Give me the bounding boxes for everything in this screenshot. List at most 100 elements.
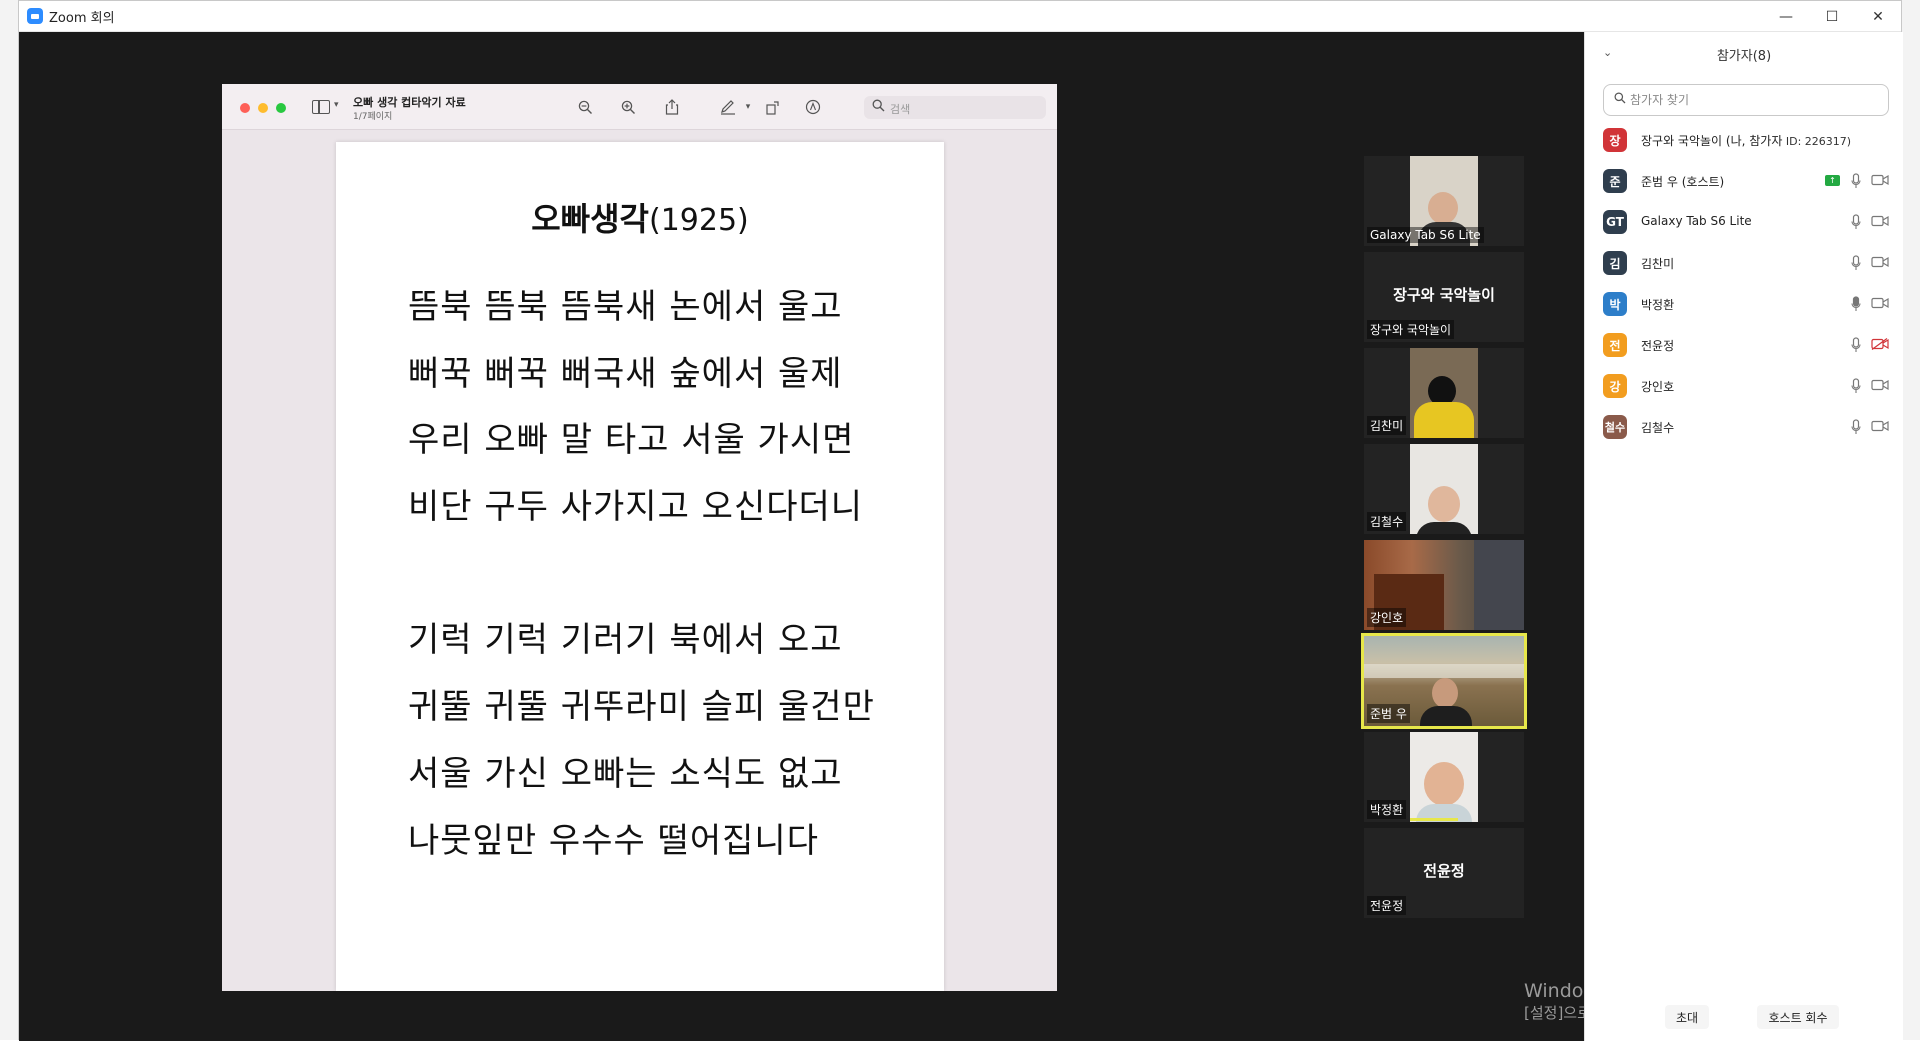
participant-name: 준범 우 — [1367, 704, 1410, 723]
participant-row[interactable]: GT Galaxy Tab S6 Lite — [1603, 208, 1893, 236]
minimize-button[interactable]: — — [1763, 1, 1809, 32]
person-body — [1474, 540, 1524, 630]
video-tile[interactable]: 전윤정 전윤정 — [1364, 828, 1524, 918]
video-tile[interactable]: Galaxy Tab S6 Lite — [1364, 156, 1524, 246]
microphone-icon[interactable] — [1851, 419, 1861, 435]
person-head — [1424, 762, 1464, 806]
lyric-line: 서울 가신 오빠는 소식도 없고 — [408, 754, 843, 794]
video-tile[interactable]: 강인호 — [1364, 540, 1524, 630]
mac-minimize-dot — [258, 103, 268, 113]
participant-name: 전윤정 — [1641, 339, 1675, 353]
desktop-background-right — [1902, 0, 1920, 1040]
participant-name: 장구와 국악놀이 (나, 참가자 ID: 226317) — [1641, 132, 1851, 149]
video-tile-active-speaker[interactable]: 준범 우 — [1361, 633, 1527, 729]
panel-header: ⌄ 참가자(8) — [1585, 32, 1903, 72]
document-title: 오빠 생각 컵타악기 자료 — [353, 96, 466, 109]
participant-name: 김찬미 — [1367, 416, 1407, 435]
participant-name-text: 장구와 국악놀이 (나, 참가자 — [1641, 134, 1783, 148]
participant-row[interactable]: 김 김찬미 — [1603, 249, 1893, 277]
participant-search[interactable] — [1603, 84, 1889, 116]
participant-name: 강인호 — [1367, 608, 1407, 627]
window-title: Zoom 회의 — [49, 10, 115, 26]
participant-row[interactable]: 전 전윤정 — [1603, 331, 1893, 359]
microphone-icon[interactable] — [1851, 296, 1861, 312]
participant-name: 박정환 — [1367, 800, 1407, 819]
desktop-background-left — [0, 0, 18, 1040]
preview-toolbar: ▾ 오빠 생각 컵타악기 자료 1/7페이지 ▾ 검색 — [222, 84, 1057, 130]
zoom-window: Zoom 회의 — ☐ ✕ ▾ 오빠 생각 컵타악기 자료 1/7페이지 ▾ 검… — [18, 0, 1903, 1041]
participants-panel: ⌄ 참가자(8) 장 장구와 국악놀이 (나, 참가자 ID: 226317) … — [1584, 32, 1903, 1041]
rotate-icon — [763, 98, 781, 116]
participant-search-input[interactable] — [1630, 91, 1880, 109]
avatar: 김 — [1603, 251, 1627, 275]
shared-preview-window: ▾ 오빠 생각 컵타악기 자료 1/7페이지 ▾ 검색 오빠생각(1925) 뜸… — [222, 84, 1057, 991]
microphone-icon[interactable] — [1851, 173, 1861, 189]
participant-row[interactable]: 장 장구와 국악놀이 (나, 참가자 ID: 226317) — [1603, 126, 1893, 154]
wave — [1364, 664, 1524, 678]
screen-share-icon: ↑ — [1825, 175, 1840, 186]
title-bar: Zoom 회의 — ☐ ✕ — [19, 1, 1901, 32]
screen-share-area: ▾ 오빠 생각 컵타악기 자료 1/7페이지 ▾ 검색 오빠생각(1925) 뜸… — [19, 32, 1847, 1041]
person-body — [1420, 706, 1472, 726]
preview-search-field[interactable]: 검색 — [864, 96, 1046, 119]
video-tile[interactable]: 박정환 — [1364, 732, 1524, 822]
chevron-down-icon: ▾ — [334, 100, 339, 110]
camera-icon[interactable] — [1871, 420, 1889, 434]
participant-id: ID: 226317) — [1782, 135, 1852, 148]
person-head — [1432, 678, 1458, 708]
search-placeholder: 검색 — [890, 103, 911, 116]
search-icon — [1614, 92, 1626, 107]
avatar: 철수 — [1603, 415, 1627, 439]
reclaim-host-button[interactable]: 호스트 회수 — [1757, 1005, 1839, 1029]
participant-display-name: 장구와 국악놀이 — [1393, 286, 1495, 304]
markup-icon — [804, 98, 822, 116]
camera-feed — [1410, 444, 1478, 534]
camera-icon[interactable] — [1871, 297, 1889, 311]
search-icon — [872, 99, 885, 115]
participant-row[interactable]: 준 준범 우 (호스트) ↑ — [1603, 167, 1893, 195]
pen-markup-icon — [719, 98, 737, 116]
document-page: 오빠생각(1925) 뜸북 뜸북 뜸북새 논에서 울고 뻐꾹 뻐꾹 뻐국새 숲에… — [336, 142, 944, 991]
sidebar-toggle-icon — [312, 100, 330, 114]
participant-row[interactable]: 강 강인호 — [1603, 372, 1893, 400]
participant-name: 전윤정 — [1367, 896, 1407, 915]
avatar: 전 — [1603, 333, 1627, 357]
song-title-text: 오빠생각 — [531, 200, 649, 238]
lyric-line: 우리 오빠 말 타고 서울 가시면 — [408, 420, 855, 460]
camera-feed — [1410, 348, 1478, 438]
invite-button[interactable]: 초대 — [1665, 1005, 1709, 1029]
video-tile[interactable]: 장구와 국악놀이 장구와 국악놀이 — [1364, 252, 1524, 342]
maximize-button[interactable]: ☐ — [1809, 1, 1855, 32]
lyric-line: 뜸북 뜸북 뜸북새 논에서 울고 — [408, 287, 843, 327]
person-head — [1428, 192, 1458, 224]
microphone-icon[interactable] — [1851, 337, 1861, 353]
zoom-in-icon — [619, 98, 637, 116]
close-button[interactable]: ✕ — [1855, 1, 1901, 32]
video-tile[interactable]: 김철수 — [1364, 444, 1524, 534]
participant-name: 박정환 — [1641, 298, 1675, 312]
avatar: 강 — [1603, 374, 1627, 398]
participant-name: 김찬미 — [1641, 257, 1675, 271]
camera-icon[interactable] — [1871, 174, 1889, 188]
video-tile[interactable]: 김찬미 — [1364, 348, 1524, 438]
person-body — [1414, 402, 1474, 438]
camera-icon[interactable] — [1871, 215, 1889, 229]
camera-off-icon[interactable] — [1871, 338, 1889, 352]
microphone-icon[interactable] — [1851, 378, 1861, 394]
panel-title: 참가자(8) — [1716, 49, 1772, 64]
camera-feed — [1410, 732, 1478, 822]
page-indicator: 1/7페이지 — [353, 112, 393, 122]
microphone-icon[interactable] — [1851, 255, 1861, 271]
participant-row[interactable]: 철수 김철수 — [1603, 413, 1893, 441]
participant-name: Galaxy Tab S6 Lite — [1641, 214, 1752, 228]
person-head — [1428, 486, 1460, 522]
zoom-out-icon — [576, 98, 594, 116]
microphone-icon[interactable] — [1851, 214, 1861, 230]
lyric-line: 비단 구두 사가지고 오신다더니 — [408, 487, 864, 527]
camera-icon[interactable] — [1871, 379, 1889, 393]
avatar: GT — [1603, 210, 1627, 234]
camera-icon[interactable] — [1871, 256, 1889, 270]
speaking-indicator — [1410, 818, 1458, 821]
share-icon — [663, 98, 681, 116]
participant-row[interactable]: 박 박정환 — [1603, 290, 1893, 318]
